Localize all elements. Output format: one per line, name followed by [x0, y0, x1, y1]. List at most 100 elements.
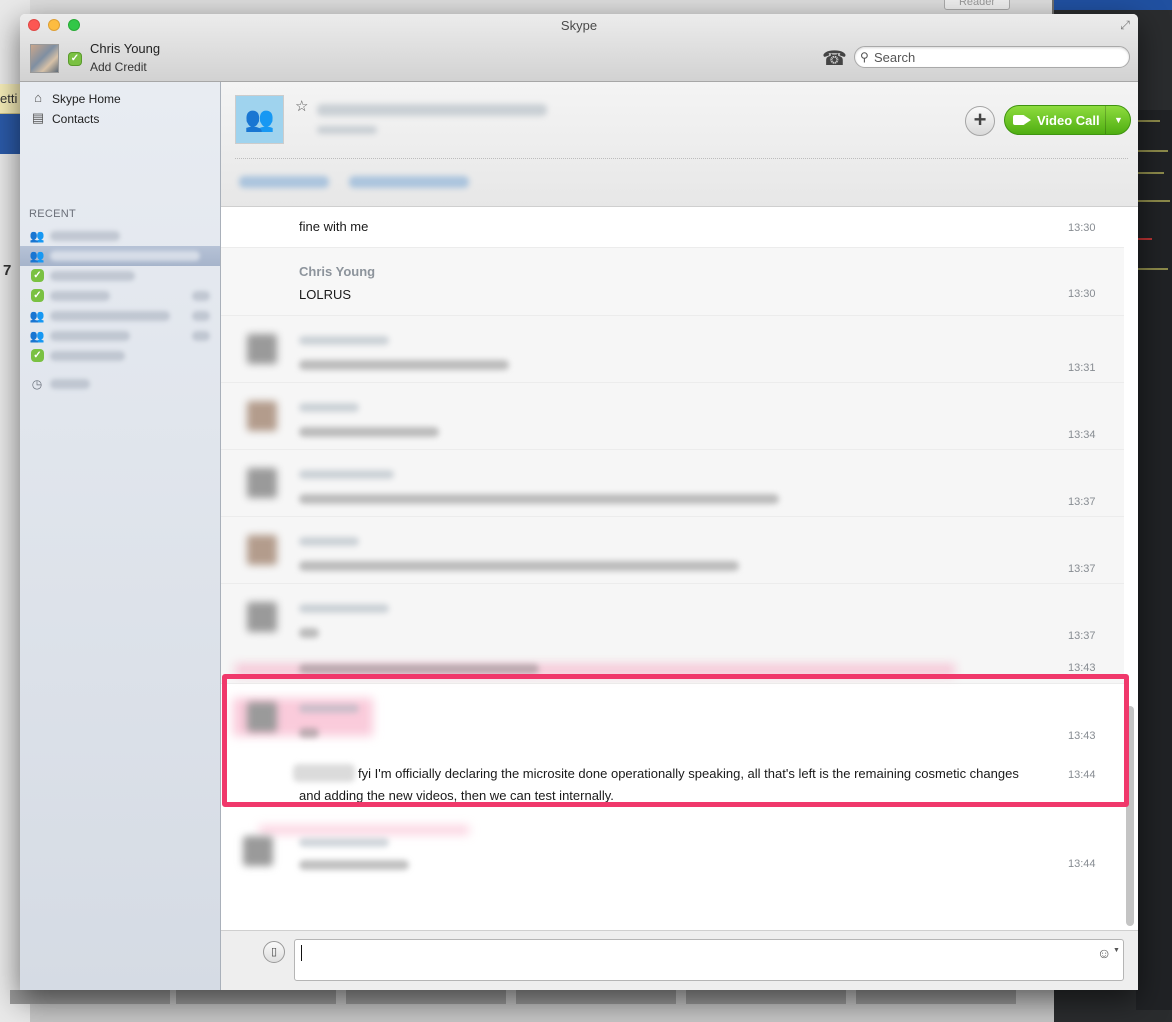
- message-text-continued: and adding the new videos, then we can t…: [299, 788, 614, 803]
- skype-window: Skype ⤢ ✓ Chris Young Add Credit ☎ ⚲ ⌂ S…: [20, 14, 1138, 990]
- blurred-contact-name: [50, 351, 125, 361]
- message-input[interactable]: [294, 939, 1124, 981]
- blurred-conversation-subtitle: [317, 126, 377, 134]
- background-number-fragment: 7: [3, 262, 12, 279]
- background-code-line: [1138, 268, 1168, 270]
- blurred-contact-name: [50, 271, 135, 281]
- group-avatar-icon[interactable]: 👥: [235, 95, 284, 144]
- emoticon-icon[interactable]: ☺: [1097, 945, 1111, 961]
- blurred-contact-name: [50, 291, 110, 301]
- blurred-text: [299, 628, 319, 638]
- recent-item[interactable]: 👥: [20, 306, 220, 326]
- button-divider: [1105, 106, 1106, 134]
- message-time: 13:37: [1068, 630, 1096, 642]
- add-credit-link[interactable]: Add Credit: [90, 60, 147, 74]
- background-tile: [346, 990, 506, 1004]
- search-input[interactable]: [874, 49, 1124, 65]
- blurred-participant[interactable]: [349, 176, 469, 188]
- recent-item[interactable]: 👥: [20, 226, 220, 246]
- home-icon: ⌂: [34, 90, 42, 105]
- blurred-contact-name: [50, 311, 170, 321]
- message-row: 13:44: [221, 822, 1124, 892]
- blurred-text: [299, 427, 439, 437]
- blurred-author: [299, 704, 359, 713]
- composer: ▯ ☺ ▼: [221, 930, 1138, 990]
- chevron-down-icon[interactable]: ▼: [1113, 947, 1120, 954]
- message-scrollbar[interactable]: [1126, 706, 1134, 926]
- message-time: 13:34: [1068, 429, 1096, 441]
- blurred-author: [299, 537, 359, 546]
- message-author: Chris Young: [299, 264, 376, 279]
- add-button[interactable]: +: [965, 106, 995, 136]
- message-time: 13:30: [1068, 288, 1096, 300]
- message-time: 13:30: [1068, 222, 1096, 234]
- group-icon: 👥: [29, 229, 45, 243]
- background-code-line: [1138, 120, 1160, 122]
- sidebar-item-label: Skype Home: [52, 92, 121, 106]
- chevron-down-icon[interactable]: ▼: [1114, 113, 1123, 127]
- blurred-avatar: [247, 468, 277, 498]
- background-editor-titlebar: [1054, 0, 1172, 10]
- online-status-icon: ✓: [31, 269, 44, 282]
- message-text: LOLRUS: [299, 287, 352, 302]
- message-row: 13:37: [221, 450, 1124, 517]
- online-status-icon[interactable]: ✓: [68, 52, 82, 66]
- video-call-button[interactable]: Video Call ▼: [1004, 105, 1131, 135]
- window-title: Skype: [560, 18, 598, 33]
- background-reader-button: Reader: [944, 0, 1010, 10]
- message-time: 13:43: [1068, 662, 1096, 674]
- blurred-text: [299, 728, 319, 738]
- message-list: fine with me 13:30 Chris Young LOLRUS 13…: [221, 208, 1138, 930]
- video-camera-icon: [1013, 115, 1031, 125]
- background-editor-panel: [1136, 110, 1172, 1010]
- blurred-avatar: [243, 836, 273, 866]
- message-time: 13:31: [1068, 362, 1096, 374]
- recent-item[interactable]: ✓: [20, 286, 220, 306]
- star-icon[interactable]: ☆: [295, 97, 308, 115]
- titlebar: Skype ⤢ ✓ Chris Young Add Credit ☎ ⚲: [20, 14, 1138, 82]
- profile-name[interactable]: Chris Young: [90, 41, 160, 56]
- text-caret: [301, 945, 302, 961]
- recent-history[interactable]: ◷: [20, 374, 220, 394]
- history-icon: ◷: [31, 377, 43, 391]
- blurred-conversation-title: [317, 104, 547, 116]
- recent-item[interactable]: ✓: [20, 346, 220, 366]
- search-icon: ⚲: [860, 50, 869, 64]
- blurred-text: [299, 360, 509, 370]
- blurred-author: [299, 403, 359, 412]
- background-code-line: [1138, 172, 1164, 174]
- sidebar-item-label: Contacts: [52, 112, 100, 126]
- recent-heading: RECENT: [29, 208, 77, 220]
- recent-item[interactable]: 👥: [20, 326, 220, 346]
- search-box[interactable]: ⚲: [854, 46, 1130, 68]
- blurred-author: [293, 764, 355, 782]
- blurred-highlight: [259, 826, 469, 834]
- dialpad-icon[interactable]: ☎: [822, 47, 847, 71]
- recent-item[interactable]: ✓: [20, 266, 220, 286]
- background-tile: [176, 990, 336, 1004]
- blurred-participant[interactable]: [239, 176, 329, 188]
- blurred-author: [299, 604, 389, 613]
- message-time: 13:37: [1068, 496, 1096, 508]
- recent-item-active[interactable]: 👥: [20, 246, 220, 266]
- group-icon: 👥: [29, 249, 45, 263]
- contacts-icon: ▤: [31, 110, 45, 125]
- background-code-line: [1138, 200, 1170, 202]
- message-row: fine with me 13:30: [221, 208, 1124, 248]
- blurred-text: [299, 494, 779, 504]
- online-status-icon: ✓: [31, 289, 44, 302]
- blurred-contact-name: [50, 251, 200, 261]
- mobile-phone-icon[interactable]: ▯: [263, 941, 285, 963]
- message-row: 13:31: [221, 316, 1124, 383]
- message-row: 13:37: [221, 517, 1124, 584]
- fullscreen-icon[interactable]: ⤢: [1118, 18, 1132, 32]
- message-text: fyi I'm officially declaring the microsi…: [358, 766, 1019, 781]
- avatar[interactable]: [30, 44, 59, 73]
- background-code-line: [1138, 238, 1152, 240]
- blurred-author: [299, 470, 394, 479]
- online-status-icon: ✓: [31, 349, 44, 362]
- blurred-text: [299, 860, 409, 870]
- blurred-badge: [192, 291, 210, 301]
- group-icon: 👥: [29, 329, 45, 343]
- blurred-badge: [192, 331, 210, 341]
